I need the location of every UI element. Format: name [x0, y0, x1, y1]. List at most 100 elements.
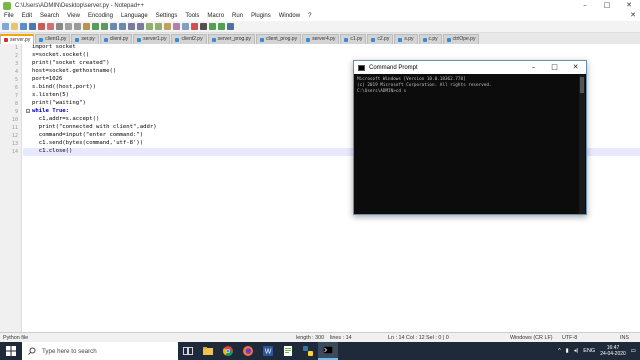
tab-c1-py[interactable]: c1.py [340, 34, 367, 44]
cmd-console-output[interactable]: Microsoft Windows [Version 10.0.18362.77… [356, 76, 578, 214]
tab-c-py[interactable]: c.py [418, 34, 442, 44]
word-icon[interactable]: W [258, 342, 278, 360]
sync-h-scroll-icon[interactable] [155, 23, 162, 30]
stop-macro-icon[interactable] [200, 23, 207, 30]
hidden-icons-chevron-icon[interactable]: ^ [558, 348, 561, 354]
zoom-in-icon[interactable] [128, 23, 135, 30]
find-icon[interactable] [110, 23, 117, 30]
close-icon[interactable] [38, 23, 45, 30]
menu-help[interactable]: ? [304, 13, 315, 19]
notepad-plus-plus-taskbar-icon[interactable] [278, 342, 298, 360]
code-line: s.bind((host,port)) [32, 84, 96, 90]
tab-server-py[interactable]: server.py [0, 34, 35, 44]
cmd-title-bar[interactable]: Command Prompt – □ ✕ [354, 61, 586, 74]
menu-macro[interactable]: Macro [203, 13, 228, 19]
firefox-icon[interactable] [238, 342, 258, 360]
menu-tools[interactable]: Tools [181, 13, 203, 19]
copy-icon[interactable] [74, 23, 81, 30]
line-number: 5 [14, 77, 18, 83]
command-prompt-taskbar-icon[interactable] [318, 342, 338, 360]
indent-guide-icon[interactable] [182, 23, 189, 30]
file-explorer-icon[interactable] [198, 342, 218, 360]
cmd-scrollbar[interactable] [579, 75, 585, 214]
code-line: c1.send(bytes(command,'utf-8')) [32, 140, 144, 146]
sync-scroll-icon[interactable] [146, 23, 153, 30]
start-button[interactable] [0, 342, 22, 360]
encoding-label[interactable]: UTF-8 [562, 335, 577, 341]
tab-s-py[interactable]: s.py [394, 34, 418, 44]
chrome-icon[interactable] [218, 342, 238, 360]
menu-file[interactable]: File [0, 13, 18, 19]
show-all-chars-icon[interactable] [173, 23, 180, 30]
paste-icon[interactable] [83, 23, 90, 30]
save-all-icon[interactable] [29, 23, 36, 30]
new-file-icon[interactable] [2, 23, 9, 30]
windows-logo-icon [6, 346, 16, 356]
tab-client2-py[interactable]: client2.py [171, 34, 207, 44]
record-macro-icon[interactable] [191, 23, 198, 30]
tab-ser-py[interactable]: ser.py [71, 34, 99, 44]
menu-settings[interactable]: Settings [152, 13, 182, 19]
task-view-icon[interactable] [178, 342, 198, 360]
menu-search[interactable]: Search [36, 13, 63, 19]
cmd-close-button[interactable]: ✕ [565, 61, 586, 74]
cmd-minimize-button[interactable]: – [523, 61, 544, 74]
file-icon [306, 37, 311, 42]
close-document-icon[interactable]: ✕ [630, 11, 636, 21]
menu-view[interactable]: View [63, 13, 84, 19]
command-prompt-window[interactable]: Command Prompt – □ ✕ Microsoft Windows [… [353, 60, 587, 215]
cut-icon[interactable] [65, 23, 72, 30]
cmd-maximize-button[interactable]: □ [544, 61, 565, 74]
redo-icon[interactable] [101, 23, 108, 30]
menu-language[interactable]: Language [117, 13, 152, 19]
tab-c2-py[interactable]: c2.py [367, 34, 394, 44]
line-number-gutter: 1 2 3 4 5 6 7 8 9 10 11 12 13 14 [0, 44, 22, 332]
taskbar: Type here to search W ^ ▮ ◂) ENG 16:47 2… [0, 342, 640, 360]
tab-client-py[interactable]: client.py [99, 34, 133, 44]
tab-ctrlope-py[interactable]: ctrlOpe.py [442, 34, 480, 44]
tab-server1-py[interactable]: server1.py [133, 34, 171, 44]
code-line: import socket [32, 44, 76, 50]
maximize-button[interactable]: □ [596, 0, 618, 11]
close-all-icon[interactable] [47, 23, 54, 30]
title-bar[interactable]: C:\Users\ADMIN\Desktop\server.py - Notep… [0, 0, 640, 11]
file-type-label: Python file [3, 335, 29, 341]
play-macro-icon[interactable] [209, 23, 216, 30]
replace-icon[interactable] [119, 23, 126, 30]
eol-label[interactable]: Windows (CR LF) [510, 335, 553, 341]
menu-edit[interactable]: Edit [18, 13, 36, 19]
undo-icon[interactable] [92, 23, 99, 30]
status-bar: Python file length : 300 lines : 14 Ln :… [0, 332, 640, 342]
save-icon[interactable] [20, 23, 27, 30]
code-line: s.listen(5) [32, 92, 70, 98]
menu-plugins[interactable]: Plugins [247, 13, 275, 19]
code-line: c1.close() [32, 148, 73, 154]
save-macro-icon[interactable] [227, 23, 234, 30]
code-line: print("waiting") [32, 100, 86, 106]
open-file-icon[interactable] [11, 23, 18, 30]
tab-client1-py[interactable]: client1.py [35, 34, 71, 44]
volume-icon[interactable]: ◂) [574, 348, 579, 354]
toolbar [0, 21, 640, 33]
lines-label: lines : 14 [330, 335, 352, 341]
word-wrap-icon[interactable] [164, 23, 171, 30]
zoom-out-icon[interactable] [137, 23, 144, 30]
menu-run[interactable]: Run [228, 13, 247, 19]
taskbar-search-box[interactable]: Type here to search [22, 342, 178, 360]
tab-client-prog-py[interactable]: client_prog.py [255, 34, 302, 44]
tab-server-prog-py[interactable]: server_prog.py [207, 34, 255, 44]
tab-server4-py[interactable]: server4.py [302, 34, 340, 44]
fold-toggle-icon[interactable]: − [26, 109, 30, 114]
menu-encoding[interactable]: Encoding [84, 13, 117, 19]
close-button[interactable]: ✕ [618, 0, 640, 11]
input-language[interactable]: ENG [583, 348, 595, 354]
clock[interactable]: 16:47 24-04-2020 [600, 345, 626, 357]
minimize-button[interactable]: – [574, 0, 596, 11]
print-icon[interactable] [56, 23, 63, 30]
python-idle-icon[interactable] [298, 342, 318, 360]
notifications-icon[interactable]: ▭ [631, 348, 636, 354]
menu-window[interactable]: Window [275, 13, 304, 19]
run-macro-multiple-icon[interactable] [218, 23, 225, 30]
cmd-scroll-thumb[interactable] [580, 77, 584, 93]
network-icon[interactable]: ▮ [566, 348, 569, 354]
